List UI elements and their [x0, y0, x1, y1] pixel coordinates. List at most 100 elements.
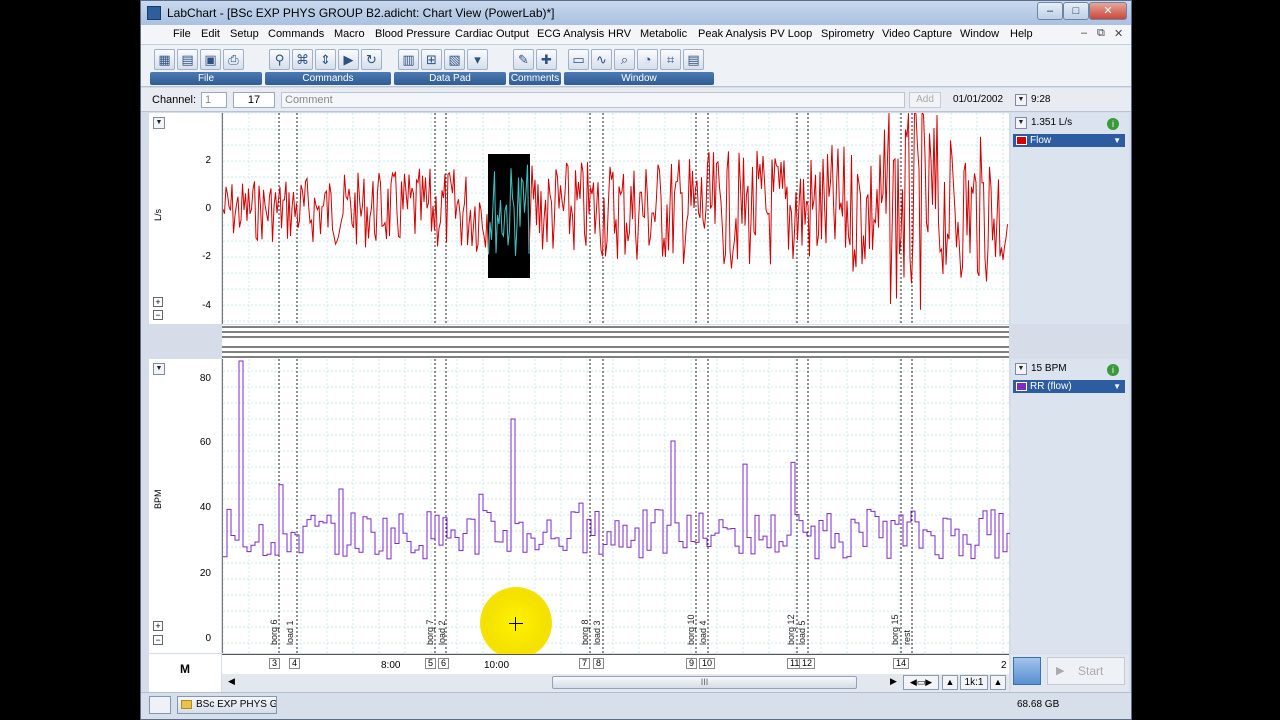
- menu-peak-analysis[interactable]: Peak Analysis: [698, 28, 766, 40]
- menu-metabolic[interactable]: Metabolic: [640, 28, 687, 40]
- dropdown-icon[interactable]: ▼: [153, 117, 165, 129]
- minus-icon[interactable]: −: [153, 635, 163, 645]
- comment-marker[interactable]: 12: [799, 658, 816, 669]
- menu-help[interactable]: Help: [1010, 28, 1033, 40]
- plus-icon[interactable]: +: [153, 297, 163, 307]
- comment-marker[interactable]: 14: [893, 658, 910, 669]
- divider-lines: [222, 326, 1009, 358]
- mdi-close-icon[interactable]: ✕: [1114, 27, 1123, 40]
- channel-name-button[interactable]: Flow ▼: [1013, 134, 1125, 147]
- comment-marker[interactable]: 6: [438, 658, 450, 669]
- comment-marker[interactable]: 5: [425, 658, 437, 669]
- data-pad-add-icon[interactable]: ⊞: [421, 49, 442, 70]
- marker-icon[interactable]: M: [180, 662, 190, 676]
- y-axis-unit: BPM: [153, 489, 163, 509]
- menu-commands[interactable]: Commands: [268, 28, 324, 40]
- toolbar-group-label: Data Pad: [394, 72, 506, 85]
- comment-icon[interactable]: ✎: [513, 49, 534, 70]
- info-icon[interactable]: i: [1107, 118, 1119, 130]
- zoom-view-icon[interactable]: ⌕: [614, 49, 635, 70]
- rr-plot[interactable]: borg 6 load 1 borg 7 load 2 borg 8 load …: [222, 359, 1011, 659]
- menu-bar: File Edit Setup Commands Macro Blood Pre…: [141, 25, 1131, 45]
- window-icon[interactable]: ▭: [568, 49, 589, 70]
- task-home-icon[interactable]: [149, 696, 171, 714]
- expand-icon[interactable]: ▲: [990, 675, 1006, 690]
- y-tick: 60: [199, 437, 211, 448]
- scroll-thumb[interactable]: III: [552, 676, 857, 689]
- binoculars-icon[interactable]: ⚲: [269, 49, 290, 70]
- horizontal-scrollbar[interactable]: ◀ III ▶ ◀▭▶ ▲ 1k:1 ▲: [222, 674, 1009, 692]
- time-axis: 3 4 8:00 5 6 10:00 7 8 9 10 11 12 14 2: [222, 654, 1009, 674]
- notebook-icon[interactable]: ▤: [683, 49, 704, 70]
- menu-video-capture[interactable]: Video Capture: [882, 28, 952, 40]
- document-task-button[interactable]: BSc EXP PHYS G...: [177, 696, 277, 714]
- compress-icon[interactable]: ▲: [942, 675, 958, 690]
- new-file-icon[interactable]: ▦: [154, 49, 175, 70]
- minimize-icon[interactable]: –: [1037, 2, 1063, 20]
- menu-macro[interactable]: Macro: [334, 28, 365, 40]
- data-pad-multi-icon[interactable]: ▧: [444, 49, 465, 70]
- comment-input[interactable]: Comment: [281, 92, 905, 108]
- menu-hrv[interactable]: HRV: [608, 28, 631, 40]
- info-icon[interactable]: i: [1107, 364, 1119, 376]
- scope-view-icon[interactable]: ∿: [591, 49, 612, 70]
- menu-file[interactable]: File: [173, 28, 191, 40]
- open-icon[interactable]: ▤: [177, 49, 198, 70]
- menu-pv-loop[interactable]: PV Loop: [770, 28, 812, 40]
- time-label: 8:00: [381, 660, 401, 671]
- mdi-minimize-icon[interactable]: –: [1081, 27, 1087, 39]
- menu-blood-pressure[interactable]: Blood Pressure: [375, 28, 450, 40]
- multi-icon[interactable]: ⌘: [292, 49, 313, 70]
- mdi-restore-icon[interactable]: ⧉: [1097, 27, 1105, 40]
- channel-value: 1.351 L/s: [1031, 117, 1073, 128]
- menu-cardiac-output[interactable]: Cardiac Output: [455, 28, 529, 40]
- menu-spirometry[interactable]: Spirometry: [821, 28, 874, 40]
- horizontal-zoom-icon[interactable]: ◀▭▶: [903, 675, 939, 690]
- spectrum-icon[interactable]: ◔: [637, 49, 658, 70]
- dropdown-icon[interactable]: ▼: [1015, 363, 1027, 375]
- toolbar-group-label: Commands: [265, 72, 391, 85]
- macro-icon[interactable]: ▶: [338, 49, 359, 70]
- comment-marker[interactable]: 9: [686, 658, 698, 669]
- menu-window[interactable]: Window: [960, 28, 999, 40]
- data-pad-icon[interactable]: ▥: [398, 49, 419, 70]
- comment-add-icon[interactable]: ✚: [536, 49, 557, 70]
- flow-axis-panel: ▼ 2 0 -2 -4 L/s + −: [149, 113, 221, 324]
- task-label: BSc EXP PHYS G...: [196, 699, 277, 710]
- menu-setup[interactable]: Setup: [230, 28, 259, 40]
- dropdown-icon[interactable]: ▼: [153, 363, 165, 375]
- date-display: 01/01/2002: [953, 94, 1004, 105]
- comment-marker[interactable]: 10: [699, 658, 716, 669]
- dropdown-icon[interactable]: ▼: [1015, 94, 1027, 106]
- comment-marker[interactable]: 4: [289, 658, 301, 669]
- xy-view-icon[interactable]: ⌗: [660, 49, 681, 70]
- start-button[interactable]: ▶ Start: [1047, 657, 1125, 685]
- scope-setup-icon[interactable]: [1013, 657, 1041, 685]
- minus-icon[interactable]: −: [153, 310, 163, 320]
- start-area: ▶ Start: [1011, 654, 1129, 692]
- plus-icon[interactable]: +: [153, 621, 163, 631]
- comment-marker[interactable]: 8: [593, 658, 605, 669]
- dropdown-icon[interactable]: ▼: [1015, 117, 1027, 129]
- y-tick: 0: [205, 203, 211, 214]
- scroll-right-icon[interactable]: ▶: [890, 676, 897, 687]
- comment-marker[interactable]: 7: [579, 658, 591, 669]
- scroll-left-icon[interactable]: ◀: [228, 676, 235, 687]
- flow-plot[interactable]: [222, 110, 1010, 324]
- menu-ecg-analysis[interactable]: ECG Analysis: [537, 28, 604, 40]
- data-pad-dropdown-icon[interactable]: ▾: [467, 49, 488, 70]
- add-comment-button[interactable]: Add: [909, 92, 941, 108]
- comment-marker[interactable]: 3: [269, 658, 281, 669]
- annotation: borg 7: [425, 619, 435, 645]
- macro-record-icon[interactable]: ↻: [361, 49, 382, 70]
- print-icon[interactable]: ⎙: [223, 49, 244, 70]
- jump-icon[interactable]: ⇕: [315, 49, 336, 70]
- save-icon[interactable]: ▣: [200, 49, 221, 70]
- maximize-icon[interactable]: □: [1063, 2, 1089, 20]
- menu-edit[interactable]: Edit: [201, 28, 220, 40]
- annotation: borg 12: [786, 614, 796, 645]
- close-icon[interactable]: ✕: [1089, 2, 1127, 20]
- channel-name-button[interactable]: RR (flow) ▼: [1013, 380, 1125, 393]
- zoom-ratio[interactable]: 1k:1: [960, 675, 988, 690]
- channel-select[interactable]: 1: [201, 92, 227, 108]
